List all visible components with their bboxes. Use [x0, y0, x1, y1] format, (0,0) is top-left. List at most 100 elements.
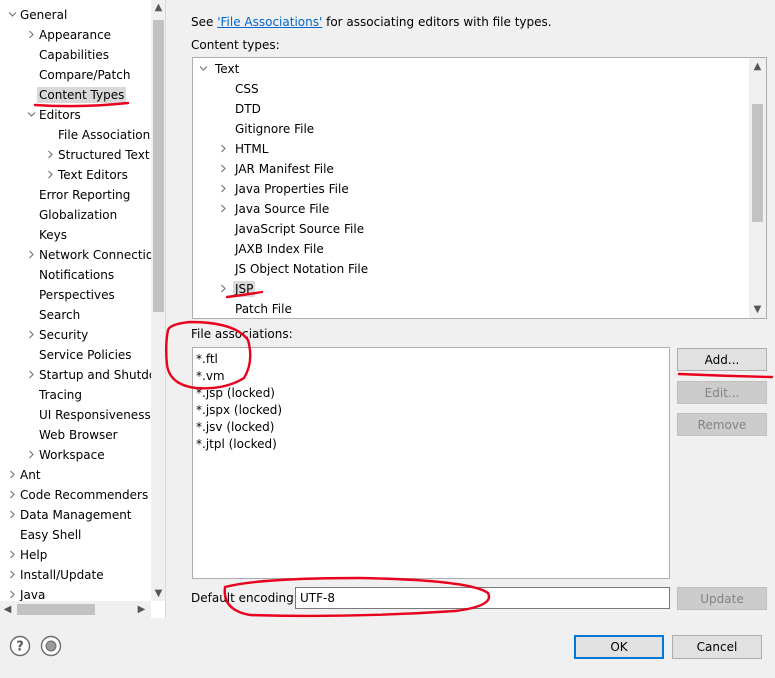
tree-item-label: Help [20, 548, 48, 562]
chevron-right-icon[interactable] [219, 280, 233, 300]
tree-item-label: Globalization [39, 208, 118, 222]
content-types-scrollbar[interactable]: ▲ ▼ [749, 58, 766, 318]
chevron-right-icon[interactable] [25, 365, 37, 385]
tree-vertical-scrollbar[interactable]: ▲ ▼ [151, 0, 165, 601]
tree-item-label: Perspectives [39, 288, 115, 302]
chevron-right-icon[interactable] [219, 140, 233, 160]
file-association-item[interactable]: *.jsv (locked) [196, 419, 666, 436]
content-type-patch-file[interactable]: Patch File [219, 299, 294, 318]
remove-button[interactable]: Remove [677, 413, 767, 436]
tree-item-ui-responsiveness[interactable]: UI Responsiveness [0, 405, 152, 425]
tree-item-label: Network Connections [39, 248, 152, 262]
tree-item-data-management[interactable]: Data Management [0, 505, 152, 525]
content-type-dtd[interactable]: DTD [219, 99, 263, 119]
chevron-right-icon[interactable] [219, 200, 233, 220]
tree-item-workspace[interactable]: Workspace [0, 445, 152, 465]
tree-item-compare-patch[interactable]: Compare/Patch [0, 65, 152, 85]
chevron-right-icon[interactable] [6, 505, 18, 525]
file-association-item[interactable]: *.ftl [196, 351, 666, 368]
tree-item-service-policies[interactable]: Service Policies [0, 345, 152, 365]
tree-item-capabilities[interactable]: Capabilities [0, 45, 152, 65]
scroll-thumb[interactable] [752, 104, 763, 222]
edit-button[interactable]: Edit... [677, 381, 767, 404]
tree-item-content-types[interactable]: Content Types [0, 85, 152, 105]
tree-item-security[interactable]: Security [0, 325, 152, 345]
chevron-right-icon[interactable] [219, 180, 233, 200]
tree-item-network-connections[interactable]: Network Connections [0, 245, 152, 265]
chevron-right-icon[interactable] [25, 325, 37, 345]
scroll-thumb[interactable] [17, 604, 95, 615]
content-type-html[interactable]: HTML [219, 139, 270, 159]
scroll-up-icon[interactable]: ▲ [151, 0, 165, 15]
file-association-item[interactable]: *.jtpl (locked) [196, 436, 666, 453]
file-association-item[interactable]: *.jspx (locked) [196, 402, 666, 419]
content-type-jsp[interactable]: JSP [219, 279, 256, 300]
tree-item-file-associations[interactable]: File Associations [0, 125, 152, 145]
chevron-right-icon[interactable] [44, 165, 56, 185]
tree-item-structured-text[interactable]: Structured Text [0, 145, 152, 165]
tree-item-editors[interactable]: Editors [0, 105, 152, 125]
content-type-java-source-file[interactable]: Java Source File [219, 199, 331, 219]
content-type-gitignore-file[interactable]: Gitignore File [219, 119, 316, 139]
tree-item-notifications[interactable]: Notifications [0, 265, 152, 285]
ok-button[interactable]: OK [574, 635, 664, 659]
chevron-right-icon[interactable] [6, 565, 18, 585]
content-type-jaxb-index-file[interactable]: JAXB Index File [219, 239, 326, 259]
tree-item-code-recommenders[interactable]: Code Recommenders [0, 485, 152, 505]
chevron-down-icon[interactable] [6, 5, 18, 25]
tree-item-label: Startup and Shutdown [39, 368, 152, 382]
file-associations-link[interactable]: 'File Associations' [217, 15, 322, 29]
tree-item-install-update[interactable]: Install/Update [0, 565, 152, 585]
tree-item-web-browser[interactable]: Web Browser [0, 425, 152, 445]
content-type-java-properties-file[interactable]: Java Properties File [219, 179, 351, 199]
scroll-thumb[interactable] [153, 20, 164, 312]
chevron-right-icon[interactable] [6, 485, 18, 505]
scroll-up-icon[interactable]: ▲ [749, 58, 766, 75]
file-association-item[interactable]: *.vm [196, 368, 666, 385]
add-button[interactable]: Add... [677, 348, 767, 371]
tree-item-keys[interactable]: Keys [0, 225, 152, 245]
content-types-tree[interactable]: Text CSS DTD Gitignore File HTML JAR Manifest… [192, 57, 767, 319]
preferences-tree[interactable]: General Appearance Capabilities Compare/Pat… [0, 0, 166, 618]
tree-item-easy-shell[interactable]: Easy Shell [0, 525, 152, 545]
chevron-right-icon[interactable] [25, 445, 37, 465]
tree-item-tracing[interactable]: Tracing [0, 385, 152, 405]
scroll-right-icon[interactable]: ▶ [134, 601, 149, 618]
chevron-down-icon[interactable] [199, 60, 213, 80]
scroll-left-icon[interactable]: ◀ [0, 601, 15, 618]
tree-item-general[interactable]: General [0, 5, 152, 25]
content-type-jar-manifest-file[interactable]: JAR Manifest File [219, 159, 336, 179]
tree-horizontal-scrollbar[interactable]: ◀ ▶ [0, 601, 151, 618]
tree-item-ant[interactable]: Ant [0, 465, 152, 485]
chevron-right-icon[interactable] [219, 160, 233, 180]
content-type-js-object-notation-file[interactable]: JS Object Notation File [219, 259, 370, 279]
tree-item-startup-and-shutdown[interactable]: Startup and Shutdown [0, 365, 152, 385]
tree-item-help[interactable]: Help [0, 545, 152, 565]
chevron-right-icon[interactable] [44, 145, 56, 165]
help-icon[interactable]: ? [9, 635, 31, 657]
chevron-down-icon[interactable] [25, 105, 37, 125]
scroll-down-icon[interactable]: ▼ [749, 301, 766, 318]
tree-item-label: Service Policies [39, 348, 132, 362]
chevron-right-icon[interactable] [25, 245, 37, 265]
tree-item-search[interactable]: Search [0, 305, 152, 325]
content-type-javascript-source-file[interactable]: JavaScript Source File [219, 219, 366, 239]
import-export-icon[interactable] [40, 635, 62, 657]
scroll-down-icon[interactable]: ▼ [151, 586, 165, 601]
tree-item-globalization[interactable]: Globalization [0, 205, 152, 225]
chevron-right-icon[interactable] [6, 545, 18, 565]
content-type-css[interactable]: CSS [219, 79, 261, 99]
cancel-button[interactable]: Cancel [672, 635, 762, 659]
file-associations-list[interactable]: *.ftl *.vm *.jsp (locked) *.jspx (locked) *.… [192, 347, 670, 579]
chevron-right-icon[interactable] [25, 25, 37, 45]
tree-item-label: Content Types [37, 87, 127, 103]
tree-item-text-editors[interactable]: Text Editors [0, 165, 152, 185]
chevron-right-icon[interactable] [6, 465, 18, 485]
tree-item-error-reporting[interactable]: Error Reporting [0, 185, 152, 205]
update-button[interactable]: Update [677, 587, 767, 610]
tree-item-appearance[interactable]: Appearance [0, 25, 152, 45]
tree-item-perspectives[interactable]: Perspectives [0, 285, 152, 305]
file-association-item[interactable]: *.jsp (locked) [196, 385, 666, 402]
default-encoding-input[interactable]: UTF-8 [295, 587, 670, 609]
content-type-text[interactable]: Text [199, 59, 241, 79]
